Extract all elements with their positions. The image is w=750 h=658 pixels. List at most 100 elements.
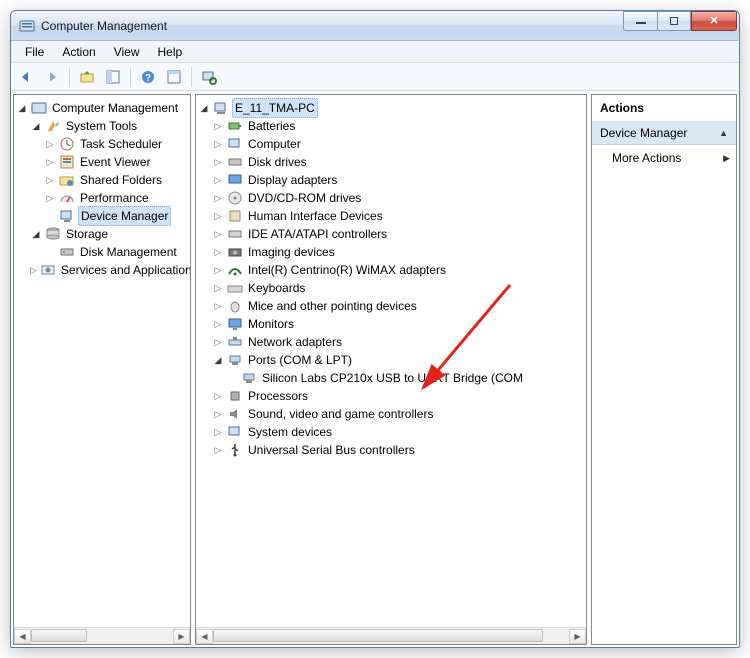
tree-shared-folders[interactable]: ▷ Shared Folders <box>16 171 188 189</box>
expand-icon[interactable]: ▷ <box>212 333 224 351</box>
body: ◢ Computer Management ◢ System Tools ▷ T… <box>11 91 739 647</box>
performance-icon <box>59 190 75 206</box>
actions-selected-group[interactable]: Device Manager ▲ <box>592 122 736 145</box>
scroll-thumb[interactable] <box>31 629 87 642</box>
tree-system-tools[interactable]: ◢ System Tools <box>16 117 188 135</box>
hscrollbar[interactable]: ◀ ▶ <box>196 627 586 644</box>
tree-event-viewer[interactable]: ▷ Event Viewer <box>16 153 188 171</box>
menu-action[interactable]: Action <box>54 43 103 61</box>
tree-services[interactable]: ▷ Services and Applications <box>16 261 188 279</box>
cat-processors[interactable]: ▷ Processors <box>198 387 584 405</box>
expand-icon[interactable]: ▷ <box>212 207 224 225</box>
hscrollbar[interactable]: ◀ ▶ <box>14 627 190 644</box>
show-hide-tree-button[interactable] <box>102 66 124 88</box>
cat-label: Processors <box>246 387 310 405</box>
expand-icon[interactable]: ▷ <box>212 153 224 171</box>
expand-icon[interactable]: ▷ <box>212 261 224 279</box>
forward-button[interactable] <box>41 66 63 88</box>
up-button[interactable] <box>76 66 98 88</box>
cat-ports[interactable]: ◢ Ports (COM & LPT) <box>198 351 584 369</box>
expand-icon[interactable]: ▷ <box>212 297 224 315</box>
device-uart[interactable]: ▷Silicon Labs CP210x USB to UART Bridge … <box>198 369 584 387</box>
mouse-icon <box>227 298 243 314</box>
expand-icon[interactable]: ▷ <box>44 189 56 207</box>
cat-wimax[interactable]: ▷Intel(R) Centrino(R) WiMAX adapters <box>198 261 584 279</box>
tree-device-manager[interactable]: ▷ Device Manager <box>16 207 188 225</box>
cat-system[interactable]: ▷System devices <box>198 423 584 441</box>
menu-file[interactable]: File <box>17 43 52 61</box>
device-tree[interactable]: ◢ E_11_TMA-PC ▷Batteries ▷Computer ▷Disk… <box>196 95 586 627</box>
cat-computer[interactable]: ▷Computer <box>198 135 584 153</box>
console-tree[interactable]: ◢ Computer Management ◢ System Tools ▷ T… <box>14 95 190 627</box>
expand-icon[interactable]: ◢ <box>198 99 210 117</box>
cat-display[interactable]: ▷Display adapters <box>198 171 584 189</box>
cat-imaging[interactable]: ▷ Imaging devices <box>198 243 584 261</box>
refresh-button[interactable] <box>198 66 220 88</box>
cat-disk-drives[interactable]: ▷Disk drives <box>198 153 584 171</box>
expand-icon[interactable]: ▷ <box>44 153 56 171</box>
cat-network[interactable]: ▷Network adapters <box>198 333 584 351</box>
tree-performance[interactable]: ▷ Performance <box>16 189 188 207</box>
close-button[interactable]: ✕ <box>691 11 737 31</box>
expand-icon[interactable]: ▷ <box>212 279 224 297</box>
dvd-icon <box>227 190 243 206</box>
expand-icon[interactable]: ▷ <box>212 171 224 189</box>
actions-more[interactable]: More Actions ▶ <box>592 145 736 171</box>
expand-icon[interactable]: ▷ <box>212 387 224 405</box>
cat-sound[interactable]: ▷ Sound, video and game controllers <box>198 405 584 423</box>
computer-icon <box>213 100 229 116</box>
cat-label: Monitors <box>246 315 296 333</box>
minimize-button[interactable] <box>623 11 657 31</box>
tree-root[interactable]: ◢ Computer Management <box>16 99 188 117</box>
expand-icon[interactable]: ▷ <box>44 171 56 189</box>
expand-icon[interactable]: ▷ <box>212 405 224 423</box>
help-button[interactable]: ? <box>137 66 159 88</box>
cat-ide[interactable]: ▷ IDE ATA/ATAPI controllers <box>198 225 584 243</box>
cat-hid[interactable]: ▷Human Interface Devices <box>198 207 584 225</box>
expand-icon[interactable]: ◢ <box>30 225 42 243</box>
scroll-left-button[interactable]: ◀ <box>14 629 31 644</box>
expand-icon[interactable]: ▷ <box>44 135 56 153</box>
toolbar: ? <box>11 63 739 91</box>
cat-label: Sound, video and game controllers <box>246 405 435 423</box>
expand-icon[interactable]: ▷ <box>212 135 224 153</box>
maximize-button[interactable] <box>657 11 691 31</box>
expand-icon[interactable]: ▷ <box>212 441 224 459</box>
tree-storage[interactable]: ◢ Storage <box>16 225 188 243</box>
cat-keyboards[interactable]: ▷Keyboards <box>198 279 584 297</box>
device-root[interactable]: ◢ E_11_TMA-PC <box>198 99 584 117</box>
expand-icon[interactable]: ▷ <box>212 117 224 135</box>
properties-button[interactable] <box>163 66 185 88</box>
expand-icon[interactable]: ◢ <box>30 117 42 135</box>
cat-batteries[interactable]: ▷Batteries <box>198 117 584 135</box>
expand-icon[interactable]: ▷ <box>30 261 37 279</box>
titlebar[interactable]: Computer Management ✕ <box>11 11 739 41</box>
expand-icon[interactable]: ▷ <box>212 189 224 207</box>
expand-icon[interactable]: ◢ <box>212 351 224 369</box>
cat-usb[interactable]: ▷Universal Serial Bus controllers <box>198 441 584 459</box>
scroll-right-button[interactable]: ▶ <box>569 629 586 644</box>
menu-view[interactable]: View <box>106 43 148 61</box>
tree-task-scheduler[interactable]: ▷ Task Scheduler <box>16 135 188 153</box>
cat-label: Imaging devices <box>246 243 337 261</box>
scroll-left-button[interactable]: ◀ <box>196 629 213 644</box>
tree-disk-management[interactable]: ▷ Disk Management <box>16 243 188 261</box>
expand-icon[interactable]: ▷ <box>212 243 224 261</box>
tree-label: Services and Applications <box>59 261 190 279</box>
menu-help[interactable]: Help <box>150 43 191 61</box>
monitor-icon <box>227 316 243 332</box>
scroll-thumb[interactable] <box>213 629 543 642</box>
cat-label: IDE ATA/ATAPI controllers <box>246 225 389 243</box>
actions-more-label: More Actions <box>612 151 681 165</box>
cat-dvd[interactable]: ▷DVD/CD-ROM drives <box>198 189 584 207</box>
expand-icon[interactable]: ▷ <box>212 315 224 333</box>
scroll-right-button[interactable]: ▶ <box>173 629 190 644</box>
expand-icon[interactable]: ▷ <box>212 423 224 441</box>
cat-mice[interactable]: ▷Mice and other pointing devices <box>198 297 584 315</box>
expand-icon[interactable]: ▷ <box>212 225 224 243</box>
expand-icon[interactable]: ◢ <box>16 99 28 117</box>
back-button[interactable] <box>15 66 37 88</box>
cat-monitors[interactable]: ▷ Monitors <box>198 315 584 333</box>
computer-name: E_11_TMA-PC <box>232 98 318 118</box>
cat-label: Ports (COM & LPT) <box>246 351 354 369</box>
